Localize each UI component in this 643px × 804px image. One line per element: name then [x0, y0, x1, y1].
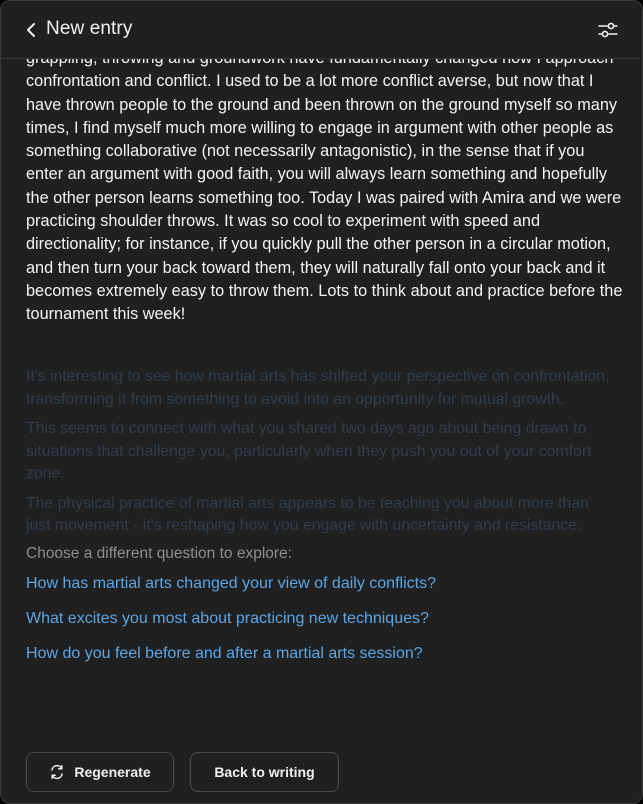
question-prompt-label: Choose a different question to explore:	[26, 545, 292, 562]
back-button[interactable]	[21, 19, 43, 41]
page-title: New entry	[46, 18, 133, 39]
entry-text[interactable]: grappling, throwing and groundwork have …	[26, 59, 626, 327]
question-link[interactable]: What excites you most about practicing n…	[26, 610, 429, 628]
back-to-writing-button[interactable]: Back to writing	[190, 752, 339, 792]
settings-button[interactable]	[596, 18, 620, 42]
regenerate-button[interactable]: Regenerate	[26, 752, 174, 792]
question-link[interactable]: How do you feel before and after a marti…	[26, 645, 423, 663]
chevron-left-icon	[27, 23, 35, 37]
header: New entry	[1, 1, 642, 59]
sliders-icon	[598, 22, 618, 38]
question-link[interactable]: How has martial arts changed your view o…	[26, 575, 436, 593]
back-to-writing-label: Back to writing	[214, 764, 315, 780]
reflection-paragraph: This seems to connect with what you shar…	[26, 420, 592, 482]
reflection-paragraph: The physical practice of martial arts ap…	[26, 494, 589, 535]
journal-window: New entry grappling, throwing and ground…	[0, 0, 643, 804]
ai-reflections: It's interesting to see how martial arts…	[26, 366, 616, 545]
regenerate-label: Regenerate	[74, 764, 151, 780]
reflection-paragraph: It's interesting to see how martial arts…	[26, 368, 610, 408]
refresh-icon	[51, 764, 64, 780]
